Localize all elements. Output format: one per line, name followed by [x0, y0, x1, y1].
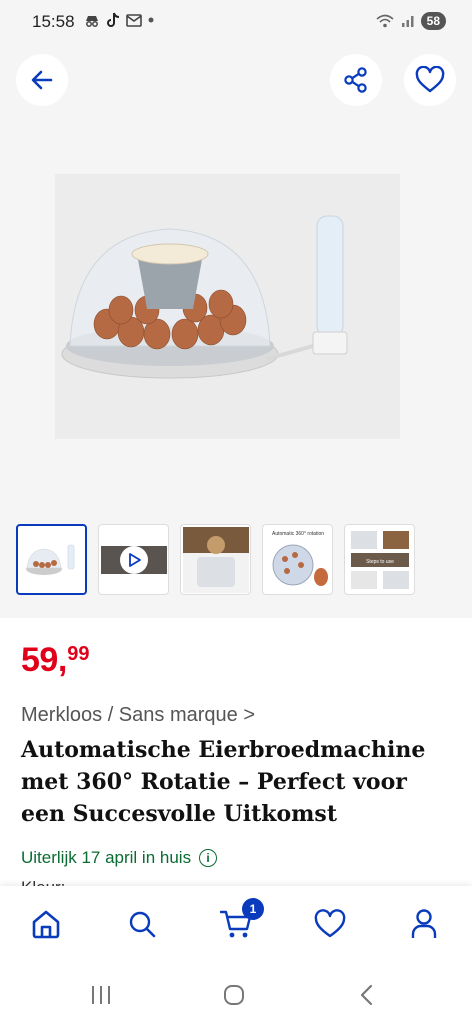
- thumbnail-image: [182, 526, 249, 593]
- home-circle-icon: [224, 985, 244, 1005]
- delivery-info: Uiterlijk 17 april in huis i: [21, 848, 218, 868]
- back-chevron-icon: [360, 984, 373, 1006]
- incognito-icon: [86, 16, 98, 27]
- price-whole: 59: [21, 641, 58, 679]
- back-button[interactable]: [16, 54, 68, 106]
- heart-icon: [415, 66, 445, 93]
- thumbnail-image: Steps to use: [346, 526, 413, 593]
- mail-icon: [126, 13, 142, 27]
- thumbnail-image: Automatic 360° rotation: [264, 526, 331, 593]
- info-icon[interactable]: i: [199, 849, 218, 867]
- status-right: 58: [375, 12, 446, 30]
- nav-home[interactable]: [26, 904, 66, 944]
- wishlist-button[interactable]: [404, 54, 456, 106]
- home-icon: [32, 910, 60, 939]
- brand-name: Merkloos / Sans marque: [21, 704, 238, 726]
- signal-icon: [401, 16, 414, 27]
- product-gallery[interactable]: Automatic 360° rotation Steps to use: [0, 44, 472, 618]
- arrow-left-icon: [31, 70, 53, 90]
- nav-account[interactable]: [404, 904, 444, 944]
- product-image[interactable]: [55, 174, 400, 439]
- system-navigation: [0, 966, 472, 1024]
- heart-icon: [314, 909, 346, 938]
- bottom-navigation: 1: [0, 886, 472, 966]
- tiktok-icon: [107, 12, 120, 27]
- thumbnail-caption: Steps to use: [366, 559, 394, 565]
- thumbnail-video[interactable]: [98, 524, 169, 595]
- price-separator: ,: [57, 641, 68, 679]
- user-icon: [411, 909, 437, 938]
- thumbnail-strip: Automatic 360° rotation Steps to use: [16, 524, 415, 595]
- nav-search[interactable]: [122, 904, 162, 944]
- product-title: Automatische Eierbroedmachine met 360° R…: [21, 737, 426, 827]
- status-time: 15:58: [32, 12, 75, 31]
- price-cents: 99: [67, 643, 90, 665]
- price: 59, 99: [21, 640, 90, 680]
- delivery-text: Uiterlijk 17 april in huis: [21, 848, 192, 867]
- wifi-icon: [376, 14, 394, 28]
- thumbnail-image: [100, 545, 167, 574]
- thumbnail-image: [25, 544, 74, 575]
- color-label-partial: Kleur:: [21, 876, 65, 886]
- dot-icon: [148, 17, 154, 23]
- share-button[interactable]: [330, 54, 382, 106]
- brand-link[interactable]: Merkloos / Sans marque >: [21, 704, 255, 727]
- thumbnail-detail[interactable]: [180, 524, 251, 595]
- chevron-right-icon: >: [243, 704, 256, 726]
- search-icon: [129, 911, 156, 938]
- share-icon: [344, 67, 367, 93]
- thumbnail-steps[interactable]: Steps to use: [344, 524, 415, 595]
- thumbnail-caption: Automatic 360° rotation: [271, 531, 323, 537]
- notification-icons: [84, 12, 154, 28]
- system-home-button[interactable]: [217, 980, 251, 1010]
- recent-apps-icon: [92, 986, 110, 1004]
- cart-count-badge: 1: [242, 898, 264, 920]
- thumbnail-incubator[interactable]: [16, 524, 87, 595]
- battery-icon: 58: [420, 12, 446, 30]
- thumbnail-rotation[interactable]: Automatic 360° rotation: [262, 524, 333, 595]
- system-back-button[interactable]: [350, 980, 384, 1010]
- nav-wishlist[interactable]: [310, 904, 350, 944]
- recent-apps-button[interactable]: [84, 980, 118, 1010]
- status-bar: 15:58 58: [0, 0, 472, 44]
